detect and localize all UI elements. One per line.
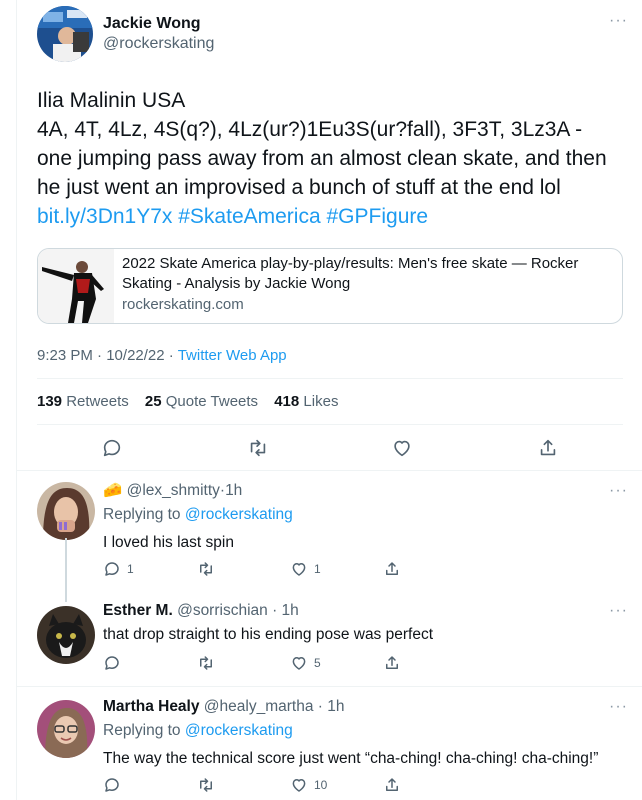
reply-actions: 1 1 bbox=[103, 560, 523, 578]
reply-count: 1 bbox=[127, 562, 134, 576]
reply-handle[interactable]: @lex_shmitty bbox=[127, 482, 220, 499]
more-options-icon[interactable]: ··· bbox=[609, 482, 628, 500]
more-options-icon[interactable]: ··· bbox=[609, 602, 628, 620]
reply-time[interactable]: 1h bbox=[225, 482, 242, 499]
reply-icon[interactable] bbox=[103, 654, 121, 672]
reply-time[interactable]: 1h bbox=[327, 698, 344, 715]
reply-text: that drop straight to his ending pose wa… bbox=[103, 626, 434, 643]
tweet-text-line: one jumping pass away from an almost cle… bbox=[37, 147, 607, 170]
like-icon[interactable] bbox=[290, 560, 308, 578]
reply-icon[interactable] bbox=[103, 560, 121, 578]
reply-handle[interactable]: @sorrischian bbox=[177, 602, 268, 619]
share-icon[interactable] bbox=[383, 560, 401, 578]
avatar[interactable] bbox=[37, 6, 93, 62]
tweet-link[interactable]: bit.ly/3Dn1Y7x bbox=[37, 205, 172, 228]
meta-separator: · bbox=[97, 347, 103, 364]
replying-to-link[interactable]: @rockerskating bbox=[185, 722, 293, 739]
card-title: 2022 Skate America play-by-play/results:… bbox=[122, 255, 579, 292]
avatar[interactable] bbox=[37, 700, 95, 758]
replying-to-link[interactable]: @rockerskating bbox=[185, 506, 293, 523]
tweet-source[interactable]: Twitter Web App bbox=[178, 347, 287, 364]
engagement-stats: 139 Retweets 25 Quote Tweets 418 Likes bbox=[37, 393, 350, 410]
hashtag-link[interactable]: #SkateAmerica bbox=[178, 205, 320, 228]
like-count: 5 bbox=[314, 656, 321, 670]
emoji: 🧀 bbox=[103, 482, 123, 499]
retweet-icon[interactable] bbox=[197, 560, 215, 578]
reply-icon[interactable] bbox=[101, 437, 123, 459]
retweets-stat[interactable]: 139 Retweets bbox=[37, 393, 135, 410]
share-icon[interactable] bbox=[383, 654, 401, 672]
reply-tweet[interactable]: Esther M. @sorrischian · 1h that drop st… bbox=[17, 590, 642, 686]
tweet-text-line: 4A, 4T, 4Lz, 4S(q?), 4Lz(ur?)1Eu3S(ur?fa… bbox=[37, 118, 583, 141]
retweet-icon[interactable] bbox=[197, 654, 215, 672]
like-count: 1 bbox=[314, 562, 321, 576]
reply-icon[interactable] bbox=[103, 776, 121, 794]
reply-tweet[interactable]: 🧀 @lex_shmitty·1h Replying to @rockerska… bbox=[17, 470, 642, 590]
retweet-icon[interactable] bbox=[247, 437, 269, 459]
reply-text: The way the technical score just went “c… bbox=[103, 750, 599, 767]
share-icon[interactable] bbox=[537, 437, 559, 459]
quote-tweets-stat[interactable]: 25 Quote Tweets bbox=[145, 393, 264, 410]
card-thumbnail bbox=[38, 249, 114, 323]
retweet-icon[interactable] bbox=[197, 776, 215, 794]
reply-time[interactable]: 1h bbox=[282, 602, 299, 619]
likes-stat[interactable]: 418 Likes bbox=[274, 393, 344, 410]
more-options-icon[interactable]: ··· bbox=[609, 12, 628, 30]
hashtag-link[interactable]: #GPFigure bbox=[327, 205, 429, 228]
meta-separator: · bbox=[168, 347, 174, 364]
like-icon[interactable] bbox=[290, 776, 308, 794]
reply-author-name[interactable]: Esther M. bbox=[103, 602, 173, 619]
divider bbox=[37, 378, 623, 379]
reply-tweet[interactable]: Martha Healy @healy_martha · 1h Replying… bbox=[17, 686, 642, 800]
main-tweet-header: Jackie Wong @rockerskating bbox=[37, 6, 214, 62]
reply-handle[interactable]: @healy_martha bbox=[204, 698, 314, 715]
reply-actions: 10 bbox=[103, 776, 523, 794]
timeline-column: Jackie Wong @rockerskating ··· Ilia Mali… bbox=[16, 0, 642, 800]
like-icon[interactable] bbox=[391, 437, 413, 459]
tweet-date[interactable]: 10/22/22 bbox=[106, 347, 164, 364]
main-tweet-actions bbox=[17, 437, 642, 459]
reply-author-name[interactable]: Martha Healy bbox=[103, 698, 199, 715]
divider bbox=[37, 424, 623, 425]
tweet-text-line: Ilia Malinin USA bbox=[37, 89, 186, 112]
like-count: 10 bbox=[314, 778, 328, 792]
card-domain: rockerskating.com bbox=[122, 296, 244, 313]
tweet-meta: 9:23 PM · 10/22/22 · Twitter Web App bbox=[37, 347, 287, 364]
share-icon[interactable] bbox=[383, 776, 401, 794]
avatar[interactable] bbox=[37, 606, 95, 664]
avatar[interactable] bbox=[37, 482, 95, 540]
replying-to-label: Replying to bbox=[103, 506, 181, 523]
like-icon[interactable] bbox=[290, 654, 308, 672]
reply-text: I loved his last spin bbox=[103, 534, 234, 551]
tweet-time[interactable]: 9:23 PM bbox=[37, 347, 93, 364]
more-options-icon[interactable]: ··· bbox=[609, 698, 628, 716]
author-name[interactable]: Jackie Wong bbox=[103, 14, 214, 34]
tweet-text-line: he just went an improvised a bunch of st… bbox=[37, 176, 561, 199]
author-handle[interactable]: @rockerskating bbox=[103, 34, 214, 54]
tweet-text: Ilia Malinin USA 4A, 4T, 4Lz, 4S(q?), 4L… bbox=[37, 86, 633, 231]
reply-actions: 5 bbox=[103, 654, 523, 672]
replying-to-label: Replying to bbox=[103, 722, 181, 739]
link-preview-card[interactable]: 2022 Skate America play-by-play/results:… bbox=[37, 248, 623, 324]
